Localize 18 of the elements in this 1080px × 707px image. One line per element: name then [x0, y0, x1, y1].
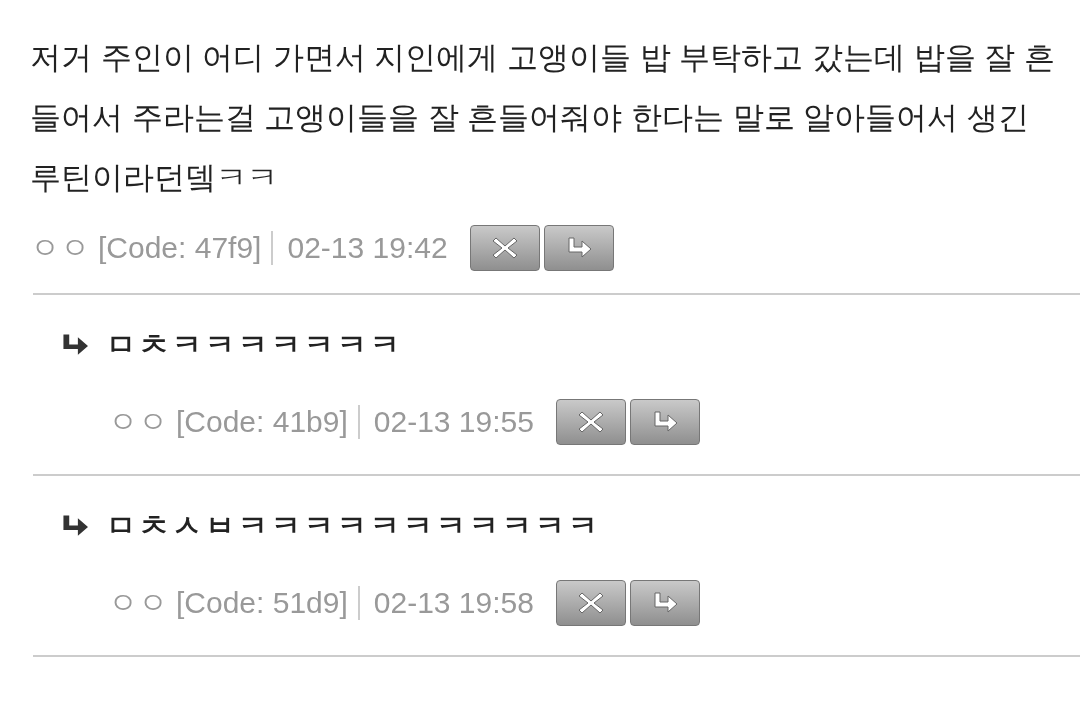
reply-button[interactable]	[629, 399, 700, 445]
reply-button[interactable]	[543, 225, 614, 271]
reply-button[interactable]	[629, 580, 700, 626]
reply-text: ㅁㅊㅅㅂㅋㅋㅋㅋㅋㅋㅋㅋㅋㅋㅋ	[106, 508, 601, 544]
timestamp: 02-13 19:42	[287, 231, 448, 265]
user-code: [Code: 41b9]	[176, 405, 348, 439]
comment-text: 저거 주인이 어디 가면서 지인에게 고앵이들 밥 부탁하고 갔는데 밥을 잘 흔들어서 주라는걸 고앵이들을 잘 흔들어줘야 한다는 말로 알아들어서 생긴 루틴이라던뎈ㅋㅋ	[30, 39, 1056, 197]
delete-button[interactable]	[555, 399, 626, 445]
author-name: ㅇㅇ	[30, 229, 90, 266]
delete-button[interactable]	[469, 225, 540, 271]
author-name: ㅇㅇ	[108, 403, 168, 440]
delete-button[interactable]	[555, 580, 626, 626]
user-code: [Code: 47f9]	[98, 231, 262, 265]
reply-text: ㅁㅊㅋㅋㅋㅋㅋㅋㅋ	[106, 327, 403, 363]
timestamp: 02-13 19:55	[373, 405, 534, 439]
timestamp: 02-13 19:58	[373, 586, 534, 620]
author-name: ㅇㅇ	[108, 584, 168, 621]
user-code: [Code: 51d9]	[176, 586, 348, 620]
